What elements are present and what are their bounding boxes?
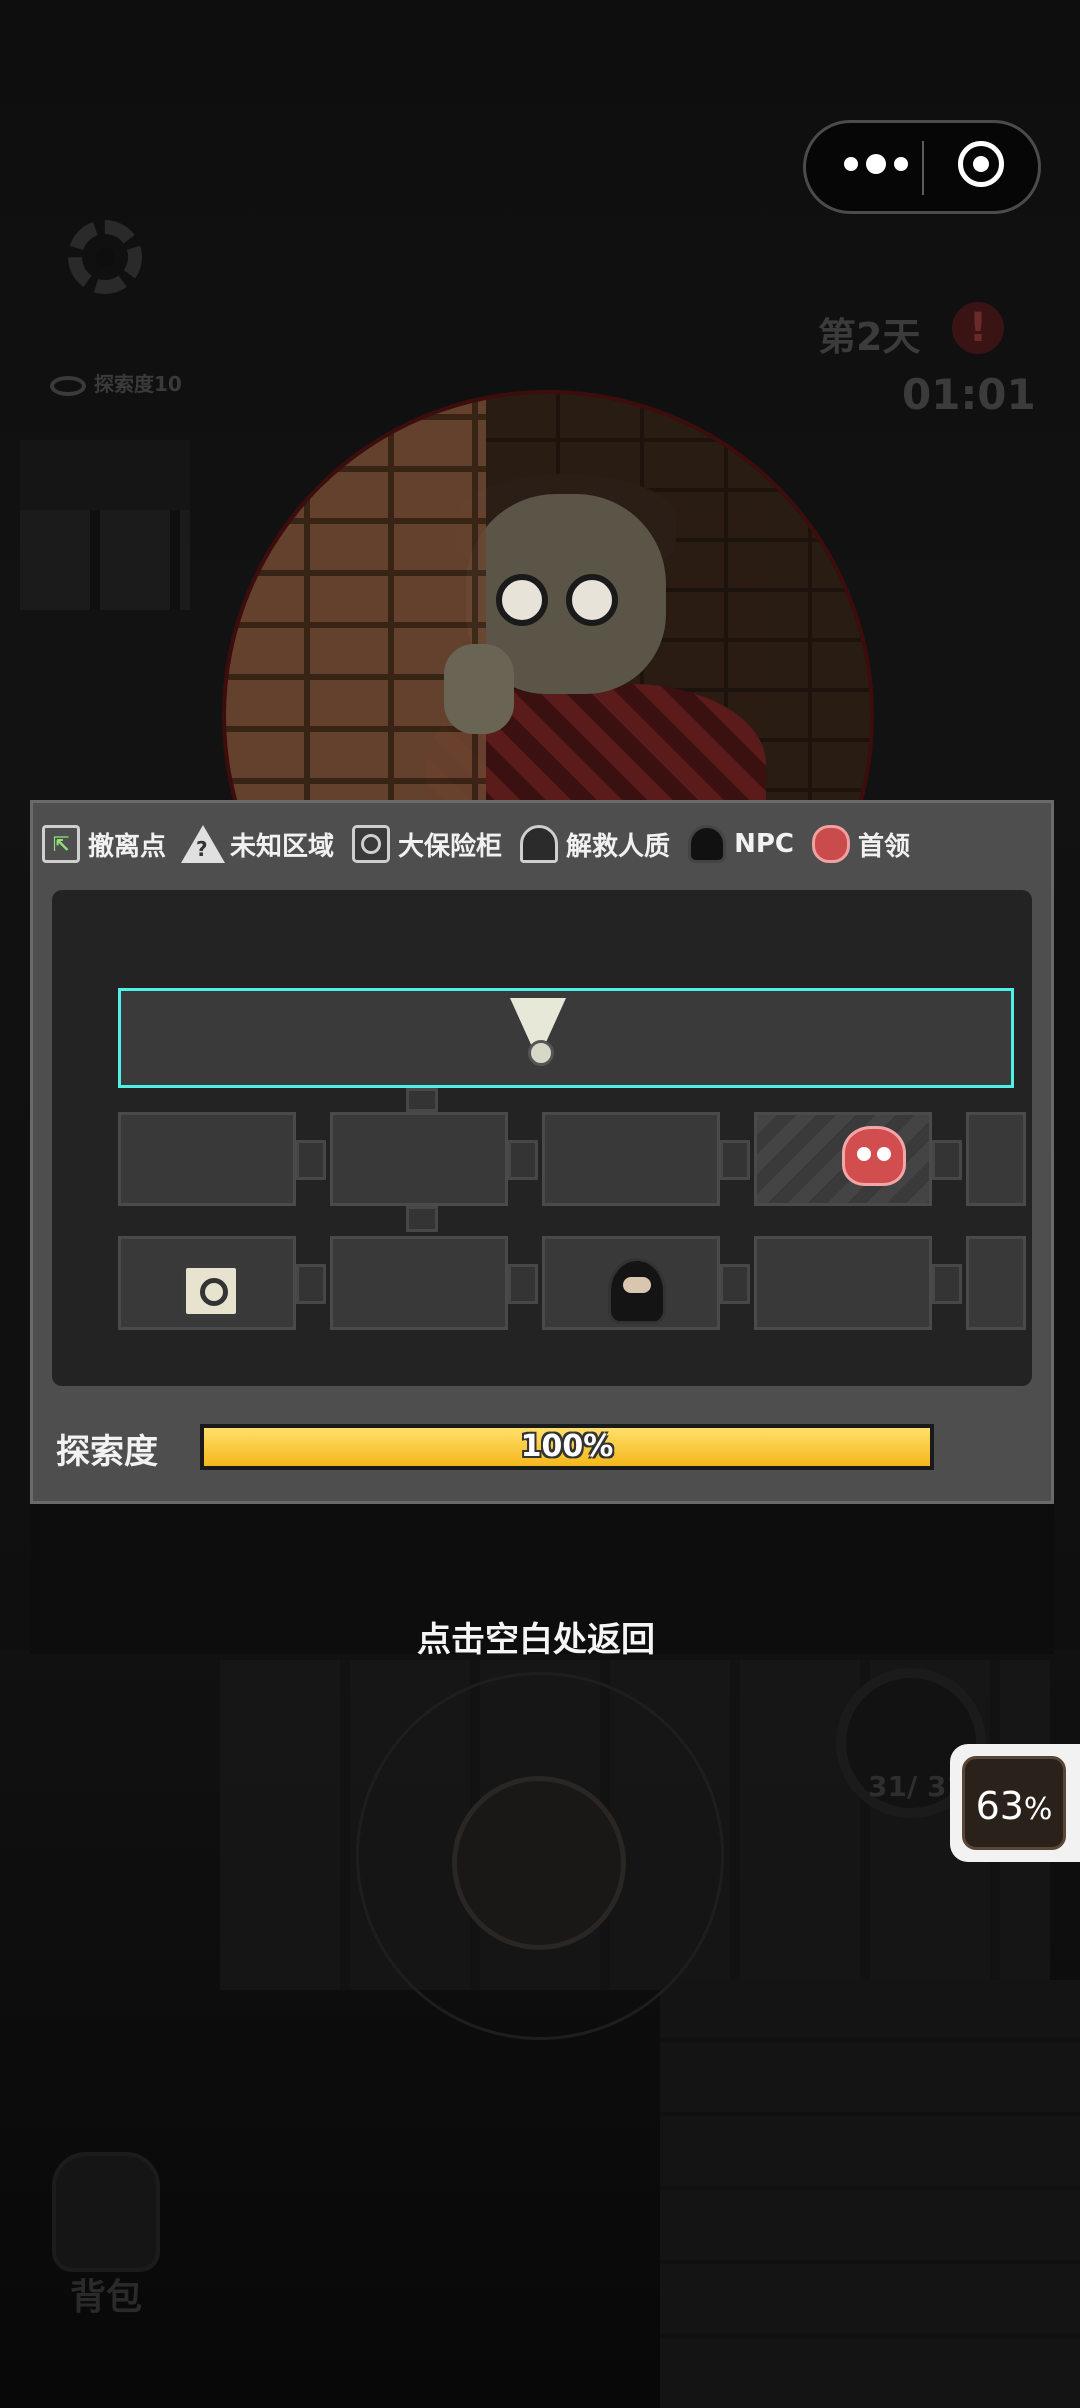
day-label: 第2天 (818, 315, 921, 359)
room-connector (406, 1088, 438, 1112)
legend-npc: NPC (688, 825, 794, 863)
zombie-hand (444, 644, 514, 734)
room[interactable] (754, 1236, 932, 1330)
room-connector (932, 1264, 962, 1304)
room[interactable] (542, 1112, 720, 1206)
battery-value: 63 (975, 1784, 1024, 1828)
alert-icon[interactable]: ! (952, 302, 1004, 354)
legend-safe-label: 大保险柜 (398, 831, 503, 862)
battery-unit: % (1023, 1792, 1053, 1827)
close-miniprogram-icon[interactable] (958, 141, 1004, 187)
exploration-percent: 100% (520, 1429, 614, 1464)
legend-boss: 首领 (811, 825, 910, 863)
tap-to-return-hint[interactable]: 点击空白处返回 (0, 1612, 1072, 1661)
room-connector (720, 1264, 750, 1304)
hostage-icon (520, 825, 559, 863)
zombie-eye-left (496, 574, 548, 626)
background-tiles (660, 1980, 1080, 2408)
npc-map-icon (608, 1258, 666, 1324)
safe-map-icon (182, 1264, 240, 1318)
backpack-icon[interactable] (52, 2152, 160, 2272)
zombie-eye-right (566, 574, 618, 626)
legend-exit: ⇱ 撤离点 (42, 825, 166, 863)
legend-hostage: 解救人质 (520, 825, 670, 863)
room-connector (296, 1264, 326, 1304)
exploration-label: 探索度 (56, 1432, 158, 1472)
backpack-label: 背包 (70, 2277, 143, 2318)
room[interactable] (966, 1236, 1026, 1330)
player-dot (528, 1040, 554, 1066)
room[interactable] (118, 1112, 296, 1206)
joystick-knob[interactable] (452, 1776, 626, 1950)
room-connector (720, 1140, 750, 1180)
legend-boss-label: 首领 (857, 831, 910, 862)
settings-gear-icon[interactable] (68, 220, 142, 294)
safe-icon (352, 825, 391, 863)
npc-icon (688, 825, 727, 863)
exit-icon: ⇱ (42, 825, 80, 863)
map-legend: ⇱ 撤离点 ? 未知区域 大保险柜 解救人质 NPC 首领 (42, 814, 1042, 874)
boss-icon (811, 825, 850, 863)
battery-icon: 63% (962, 1756, 1066, 1850)
legend-safe: 大保险柜 (352, 825, 502, 863)
room-connector (508, 1140, 538, 1180)
legend-unknown: ? 未知区域 (181, 825, 335, 863)
room-connector (296, 1140, 326, 1180)
explore-counter-text: 探索度10 (94, 372, 182, 396)
legend-exit-label: 撤离点 (88, 831, 167, 862)
battery-widget[interactable]: 63% (950, 1744, 1080, 1862)
legend-hostage-label: 解救人质 (566, 831, 671, 862)
unknown-area-icon: ? (181, 825, 226, 863)
room[interactable] (966, 1112, 1026, 1206)
more-menu-icon[interactable] (844, 154, 908, 174)
room-connector (932, 1140, 962, 1180)
boss-skull-icon (842, 1126, 906, 1186)
room[interactable] (330, 1112, 508, 1206)
room-connector (406, 1206, 438, 1232)
explore-counter: 探索度10 (50, 368, 182, 397)
capsule-divider (922, 141, 924, 195)
room-current[interactable] (118, 988, 1014, 1088)
legend-unknown-label: 未知区域 (230, 831, 335, 862)
dungeon-map[interactable] (52, 890, 1032, 1386)
room-connector (508, 1264, 538, 1304)
legend-npc-label: NPC (734, 829, 794, 859)
eye-icon (50, 375, 86, 396)
countdown-timer: 01:01 (902, 370, 1036, 419)
miniprogram-capsule[interactable] (803, 120, 1041, 214)
battery-level: 63% (965, 1759, 1063, 1847)
minimap-rooms (20, 510, 190, 610)
exploration-progress-bar: 100% (200, 1424, 934, 1470)
room[interactable] (330, 1236, 508, 1330)
